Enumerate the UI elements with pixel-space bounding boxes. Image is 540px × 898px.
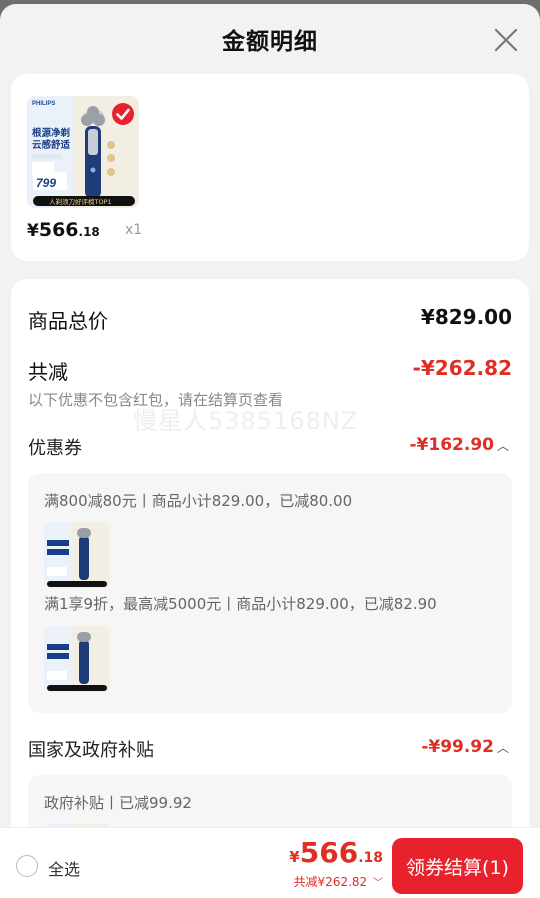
product-headline-1: 根源净剃	[32, 127, 70, 139]
subsidy-value: -¥99.92	[421, 737, 494, 757]
total-price-label: 商品总价	[28, 309, 108, 333]
product-headline-2: 云感舒适	[32, 139, 71, 151]
subsidy-rule: 政府补贴丨已减99.92	[44, 794, 192, 812]
coupon-product-thumb-2	[44, 626, 110, 692]
coupon-section-toggle[interactable]: -¥162.90 ︿	[409, 435, 509, 455]
bottom-discount-text: 共减¥262.82	[293, 875, 368, 889]
product-image-banner: 人剃须刀好评榜TOP1	[49, 197, 112, 206]
chevron-up-icon: ︿	[496, 741, 509, 755]
bottom-total-price: ¥566.18	[289, 836, 383, 869]
price-detail-card: 商品总价 ¥829.00 共减 -¥262.82 以下优惠不包含红包，请在结算页…	[11, 279, 529, 898]
product-quantity: x1	[125, 222, 143, 238]
coupon-rule-1: 满800减80元丨商品小计829.00，已减80.00	[44, 492, 353, 510]
sheet-header: 金额明细	[0, 4, 540, 74]
product-card: PHILIPS 根源净剃 云感舒适 799 人剃须刀好评榜TOP1 ¥566.1…	[11, 74, 529, 261]
coupon-section-label: 优惠券	[28, 438, 82, 459]
coupon-value: -¥162.90	[409, 435, 494, 455]
check-badge-icon	[112, 103, 134, 125]
product-thumbnail[interactable]: PHILIPS 根源净剃 云感舒适 799 人剃须刀好评榜TOP1	[27, 96, 139, 208]
discount-value: -¥262.82	[412, 356, 512, 380]
product-brand-text: PHILIPS	[32, 101, 55, 107]
product-image-price: 799	[36, 176, 56, 190]
bottom-discount-toggle[interactable]: 共减¥262.82 ﹀	[294, 873, 383, 890]
discount-note: 以下优惠不包含红包，请在结算页查看	[28, 391, 284, 409]
coupon-detail-panel: 满800减80元丨商品小计829.00，已减80.00 满1享9折，最高减500…	[28, 473, 512, 713]
total-price-value: ¥829.00	[420, 305, 512, 329]
chevron-up-icon: ︿	[496, 439, 509, 453]
subsidy-section-toggle[interactable]: -¥99.92 ︿	[421, 737, 509, 757]
coupon-product-thumb-1	[44, 522, 110, 588]
checkout-button[interactable]: 领券结算(1)	[392, 838, 523, 894]
coupon-rule-2: 满1享9折，最高减5000元丨商品小计829.00，已减82.90	[44, 595, 437, 613]
subsidy-section-label: 国家及政府补贴	[28, 740, 154, 761]
sheet-title: 金额明细	[222, 29, 318, 55]
checkout-bar: 全选 ¥566.18 共减¥262.82 ﹀ 领券结算(1)	[0, 827, 540, 898]
select-all-label[interactable]: 全选	[48, 856, 80, 880]
chevron-down-icon: ﹀	[373, 878, 383, 889]
discount-label: 共减	[28, 360, 68, 384]
amount-detail-sheet: 金额明细 PHILIPS 根源净剃 云感舒适 799 人剃须刀好评榜TOP1 ¥…	[0, 4, 540, 898]
product-price: ¥566.18	[27, 219, 100, 241]
radio-icon[interactable]	[16, 855, 38, 877]
close-icon[interactable]	[492, 26, 520, 54]
